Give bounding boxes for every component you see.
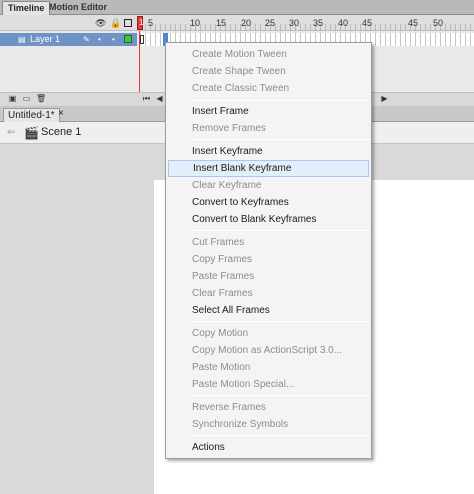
delete-layer-icon[interactable]: 🗑 (36, 94, 46, 103)
menu-separator (192, 100, 369, 101)
ruler-number-current: 1 (139, 18, 144, 27)
menu-item-insert-frame[interactable]: Insert Frame (166, 103, 371, 120)
menu-separator (192, 435, 369, 436)
go-to-first-frame-icon[interactable]: ⏮ (142, 94, 151, 103)
menu-separator (192, 139, 369, 140)
menu-item-reverse-frames[interactable]: Reverse Frames (166, 399, 371, 416)
new-folder-icon[interactable]: ▭ (22, 94, 31, 103)
panel-tab-bar: Timeline Motion Editor (0, 0, 474, 15)
timeline-header: 👁 🔒 5 10 15 20 25 30 35 40 45 45 50 1 (0, 15, 474, 31)
ruler-number: 40 (338, 18, 349, 28)
visibility-dot-icon[interactable]: • (98, 34, 101, 45)
outline-color-icon[interactable] (124, 35, 132, 43)
ruler-number: 30 (289, 18, 300, 28)
menu-item-create-shape-tween[interactable]: Create Shape Tween (166, 63, 371, 80)
menu-item-paste-motion[interactable]: Paste Motion (166, 359, 371, 376)
ruler-number: 50 (433, 18, 444, 28)
menu-separator (192, 395, 369, 396)
pencil-icon: ✎ (83, 35, 90, 44)
new-layer-icon[interactable]: ▣ (8, 94, 17, 103)
menu-item-clear-keyframe[interactable]: Clear Keyframe (166, 177, 371, 194)
tab-motion-editor[interactable]: Motion Editor (44, 1, 112, 15)
menu-item-copy-frames[interactable]: Copy Frames (166, 251, 371, 268)
layer-icon: ▤ (18, 35, 26, 44)
scene-label[interactable]: Scene 1 (41, 126, 81, 138)
ruler-number: 5 (148, 18, 154, 28)
lock-dot-icon[interactable]: • (112, 34, 115, 45)
menu-item-insert-blank-keyframe[interactable]: Insert Blank Keyframe (168, 160, 369, 177)
menu-item-copy-motion-as-actionscript[interactable]: Copy Motion as ActionScript 3.0... (166, 342, 371, 359)
document-tab[interactable]: Untitled-1* (3, 108, 60, 122)
close-icon[interactable]: × (58, 108, 64, 119)
ruler-number: 20 (241, 18, 252, 28)
menu-item-clear-frames[interactable]: Clear Frames (166, 285, 371, 302)
menu-item-copy-motion[interactable]: Copy Motion (166, 325, 371, 342)
outline-icon[interactable] (124, 19, 132, 27)
context-menu: Create Motion Tween Create Shape Tween C… (165, 42, 372, 459)
center-frame-icon[interactable]: ▶ (380, 94, 389, 103)
ruler-number: 45 (408, 18, 419, 28)
menu-item-remove-frames[interactable]: Remove Frames (166, 120, 371, 137)
lock-icon[interactable]: 🔒 (110, 18, 121, 28)
scene-icon: 🎬 (24, 126, 39, 140)
menu-item-select-all-frames[interactable]: Select All Frames (166, 302, 371, 319)
menu-item-synchronize-symbols[interactable]: Synchronize Symbols (166, 416, 371, 433)
menu-separator (192, 230, 369, 231)
menu-item-paste-frames[interactable]: Paste Frames (166, 268, 371, 285)
ruler-number: 15 (216, 18, 227, 28)
menu-item-cut-frames[interactable]: Cut Frames (166, 234, 371, 251)
menu-item-insert-keyframe[interactable]: Insert Keyframe (166, 143, 371, 160)
ruler-number: 35 (313, 18, 324, 28)
layer-name[interactable]: Layer 1 (30, 34, 60, 44)
menu-item-create-classic-tween[interactable]: Create Classic Tween (166, 80, 371, 97)
menu-item-convert-to-keyframes[interactable]: Convert to Keyframes (166, 194, 371, 211)
back-arrow-icon[interactable]: ⇐ (7, 127, 15, 138)
ruler-number: 10 (190, 18, 201, 28)
ruler-number: 45 (362, 18, 373, 28)
step-back-icon[interactable]: ◀ (155, 94, 164, 103)
keyframe-icon[interactable] (140, 35, 144, 44)
menu-item-create-motion-tween[interactable]: Create Motion Tween (166, 46, 371, 63)
menu-item-actions[interactable]: Actions (166, 439, 371, 456)
layer-name-area[interactable]: ▤ Layer 1 ✎ • • (0, 33, 137, 46)
ruler-number: 25 (265, 18, 276, 28)
menu-item-paste-motion-special[interactable]: Paste Motion Special... (166, 376, 371, 393)
menu-separator (192, 321, 369, 322)
eye-icon[interactable]: 👁 (95, 18, 106, 28)
menu-item-convert-to-blank-keyframes[interactable]: Convert to Blank Keyframes (166, 211, 371, 228)
